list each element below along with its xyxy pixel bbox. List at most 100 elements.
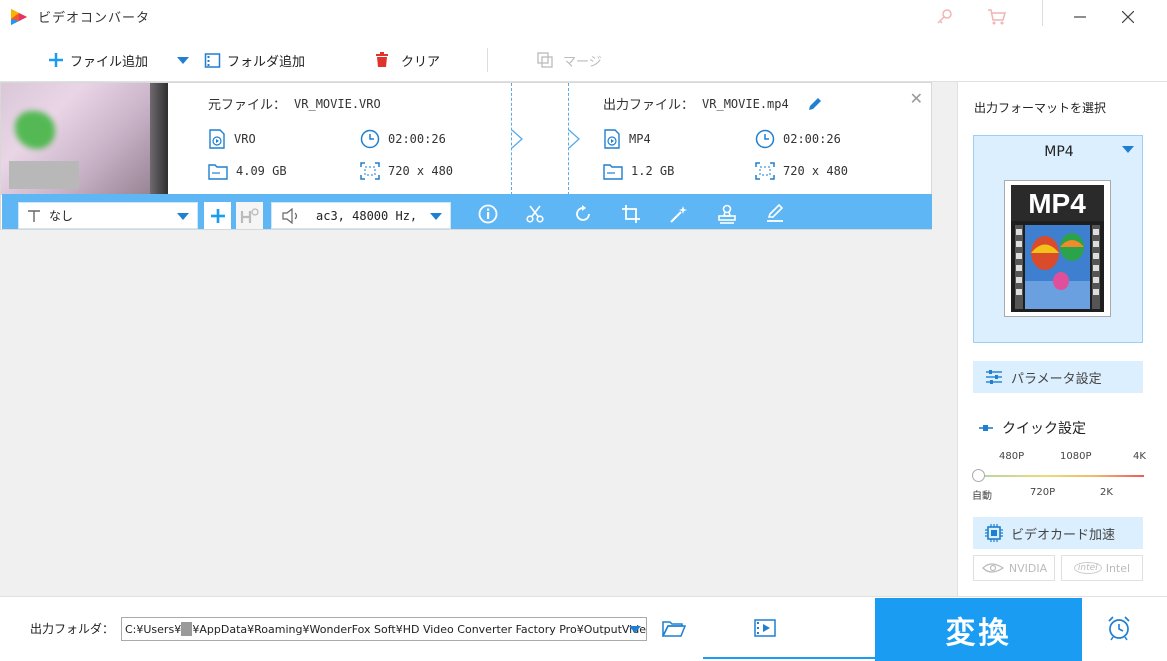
toolbar-divider (487, 48, 488, 72)
folder-film-icon (204, 52, 221, 68)
quick-settings-label: クイック設定 (1002, 421, 1086, 437)
subtitle-select-value: なし (49, 209, 74, 223)
edit-subtitle-icon[interactable] (764, 203, 786, 225)
folder-icon (208, 164, 228, 180)
quality-auto[interactable]: 自動 (972, 487, 992, 502)
arrow-right-icon (568, 129, 580, 149)
output-format-value: MP4 (629, 132, 651, 146)
clock-icon (360, 129, 380, 149)
gpu-acceleration-label: ビデオカード加速 (1011, 527, 1116, 543)
open-folder-icon[interactable] (661, 619, 687, 641)
arrow-right-icon (511, 129, 523, 149)
output-duration-value: 02:00:26 (783, 132, 841, 146)
quality-slider-knob[interactable] (972, 469, 985, 482)
intel-logo-icon: intel (1073, 562, 1102, 574)
minimize-button[interactable] (1065, 4, 1095, 30)
title-bar: ビデオコンバータ (0, 0, 1167, 36)
speaker-icon (282, 207, 298, 224)
main-toolbar: ファイル追加 フォルダ追加 クリア マージ (0, 36, 1167, 82)
text-icon (28, 209, 40, 222)
source-size: 4.09 GB (208, 162, 287, 180)
source-duration-value: 02:00:26 (388, 132, 446, 146)
quality-1080p[interactable]: 1080P (1060, 451, 1091, 462)
resolution-icon (360, 162, 380, 180)
subtitle-select[interactable]: なし (18, 202, 198, 229)
output-preview-icon[interactable] (753, 618, 777, 642)
merge-icon (537, 52, 553, 68)
output-duration: 02:00:26 (755, 129, 841, 149)
add-subtitle-button[interactable] (204, 202, 231, 229)
format-name: MP4 (1044, 144, 1074, 160)
file-item: 元ファイル： VR_MOVIE.VRO VRO 02:00:26 4.09 GB… (0, 82, 932, 230)
parameter-settings-button[interactable]: パラメータ設定 (973, 361, 1143, 393)
source-resolution: 720 x 480 (360, 162, 453, 180)
output-resolution-value: 720 x 480 (783, 164, 849, 178)
quality-4k[interactable]: 4K (1133, 451, 1146, 462)
trash-icon (376, 52, 388, 67)
clock-icon (755, 129, 775, 149)
cart-icon[interactable] (982, 4, 1012, 30)
output-size-value: 1.2 GB (631, 164, 675, 178)
output-format: MP4 (603, 129, 651, 149)
edit-pencil-icon[interactable] (807, 96, 823, 112)
effects-wand-icon[interactable] (668, 203, 690, 225)
source-format: VRO (208, 129, 256, 149)
output-format-panel: 出力フォーマットを選択 MP4 MP4 パラメータ設定 クイック設定 480P … (957, 82, 1167, 596)
nvidia-logo-icon (981, 563, 1005, 573)
format-selector[interactable]: MP4 MP4 (973, 135, 1143, 343)
subtitle-settings-button[interactable] (236, 202, 263, 229)
watermark-stamp-icon[interactable] (716, 203, 738, 225)
clear-button[interactable]: クリア (375, 50, 440, 70)
audio-select-value: ac3, 48000 Hz, (316, 208, 418, 223)
scissors-icon[interactable] (524, 203, 546, 225)
quick-settings-heading: クイック設定 (978, 418, 1086, 438)
info-icon[interactable] (477, 203, 499, 225)
quality-720p[interactable]: 720P (1030, 487, 1055, 498)
panel-title: 出力フォーマットを選択 (974, 101, 1107, 115)
title-divider (1042, 0, 1043, 26)
output-size: 1.2 GB (603, 162, 674, 180)
gpu-acceleration-button[interactable]: ビデオカード加速 (973, 517, 1143, 549)
parameter-settings-label: パラメータ設定 (1011, 371, 1102, 387)
chevron-down-icon (629, 626, 641, 633)
output-path-end: ¥AppData¥Roaming¥WonderFox Soft¥HD Video… (192, 622, 646, 636)
nvidia-button[interactable]: NVIDIA (973, 555, 1055, 581)
convert-button[interactable]: 変換 (875, 598, 1082, 661)
chip-icon (985, 524, 1003, 542)
remove-file-icon[interactable]: ✕ (910, 89, 923, 108)
output-folder-path[interactable]: C:¥Users¥ ¥AppData¥Roaming¥WonderFox Sof… (121, 617, 647, 641)
audio-select[interactable]: ac3, 48000 Hz, (271, 202, 451, 229)
plus-icon (210, 208, 225, 223)
add-folder-button[interactable]: フォルダ追加 (204, 50, 305, 70)
output-folder-label: 出力フォルダ： (30, 622, 115, 636)
close-window-button[interactable] (1113, 4, 1143, 30)
output-file-name: VR_MOVIE.mp4 (702, 96, 789, 111)
convert-underline (703, 657, 875, 659)
add-file-button[interactable]: ファイル追加 (48, 50, 148, 70)
clear-label: クリア (401, 54, 441, 70)
redacted-overlay (9, 161, 79, 189)
quality-480p[interactable]: 480P (999, 451, 1024, 462)
add-folder-label: フォルダ追加 (227, 54, 306, 70)
merge-button[interactable]: マージ (537, 50, 602, 70)
output-file-row: 出力ファイル： VR_MOVIE.mp4 (603, 94, 823, 113)
file-action-bar: なし ac3, 48000 Hz, (2, 194, 932, 229)
rotate-icon[interactable] (572, 203, 594, 225)
quality-slider[interactable] (980, 475, 1144, 477)
source-format-value: VRO (234, 132, 256, 146)
intel-label: Intel (1105, 561, 1131, 575)
crop-icon[interactable] (620, 203, 642, 225)
chevron-down-icon (177, 57, 189, 64)
add-file-dropdown[interactable] (176, 50, 190, 70)
quick-slider-icon (979, 425, 993, 431)
plus-icon (49, 53, 63, 67)
sliders-icon (986, 370, 1002, 384)
video-file-icon (209, 129, 225, 149)
quality-2k[interactable]: 2K (1100, 487, 1113, 498)
source-size-value: 4.09 GB (236, 164, 287, 178)
alarm-clock-icon[interactable] (1106, 615, 1132, 645)
key-icon[interactable] (929, 4, 959, 30)
intel-button[interactable]: intel Intel (1061, 555, 1143, 581)
video-file-icon (604, 129, 620, 149)
video-thumbnail[interactable] (1, 83, 168, 195)
